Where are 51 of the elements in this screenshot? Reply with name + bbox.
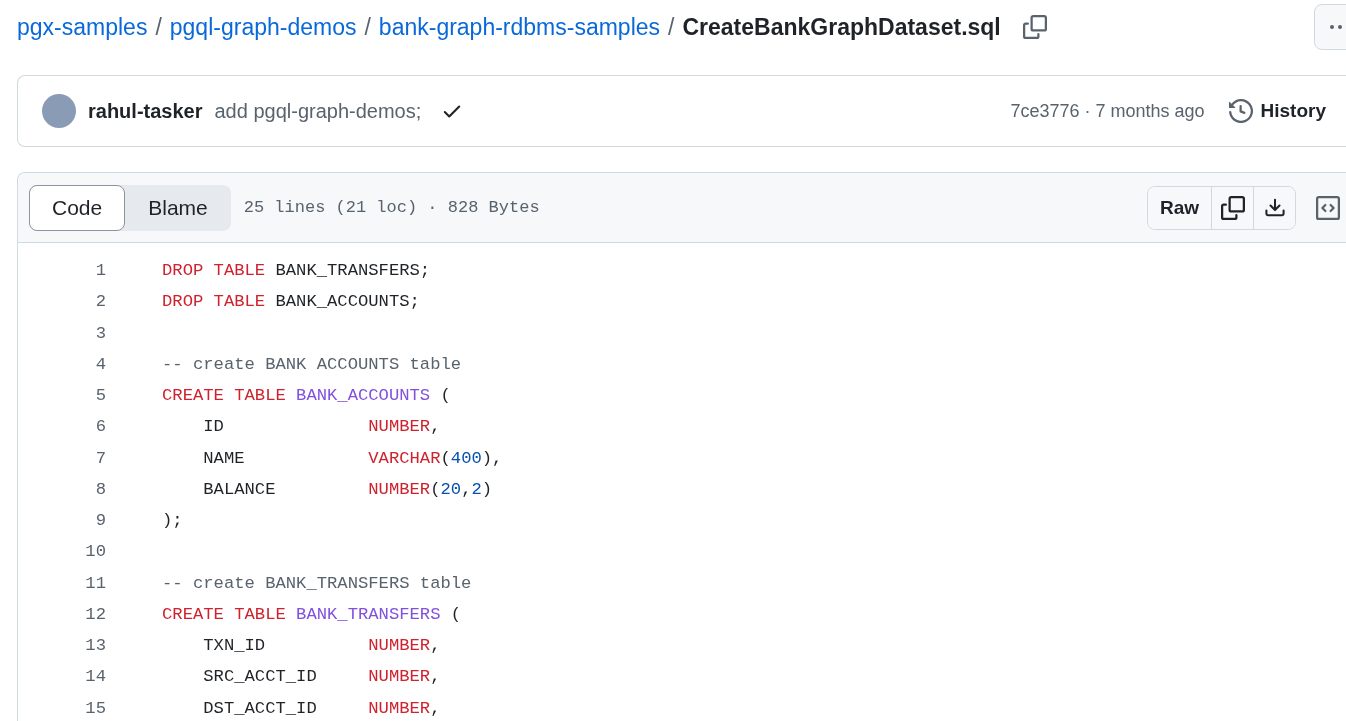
code-line: DROP TABLE BANK_TRANSFERS; bbox=[162, 261, 431, 281]
commit-author[interactable]: rahul-tasker bbox=[88, 99, 203, 123]
download-button[interactable] bbox=[1253, 186, 1295, 229]
file-info: 25 lines (21 loc) · 828 Bytes bbox=[243, 198, 540, 217]
file-name: CreateBankGraphDataset.sql bbox=[682, 13, 1001, 41]
line-number: 4 bbox=[94, 354, 106, 374]
code-line: NAME VARCHAR(400), bbox=[202, 448, 503, 468]
line-number: 13 bbox=[84, 636, 106, 656]
line-number: 10 bbox=[84, 542, 106, 562]
dots-icon bbox=[1329, 24, 1343, 30]
breadcrumb-link[interactable]: pgx-samples bbox=[17, 13, 148, 41]
commit-message[interactable]: add pgql-graph-demos; bbox=[214, 99, 422, 123]
breadcrumb-separator: / bbox=[155, 13, 162, 41]
copy-raw-button[interactable] bbox=[1211, 186, 1253, 229]
code-line: DROP TABLE BANK_ACCOUNTS; bbox=[162, 292, 420, 312]
view-tab[interactable]: Code bbox=[29, 184, 126, 231]
breadcrumb-link[interactable]: bank-graph-rdbms-samples bbox=[378, 13, 661, 41]
line-number: 5 bbox=[94, 386, 106, 406]
code-line: DST_ACCT_ID NUMBER, bbox=[202, 698, 441, 718]
code-line: BALANCE NUMBER(20,2) bbox=[202, 479, 493, 499]
breadcrumb-separator: / bbox=[364, 13, 371, 41]
copy-icon bbox=[1022, 15, 1047, 39]
line-number: 2 bbox=[94, 292, 106, 312]
code-line: SRC_ACCT_ID NUMBER, bbox=[202, 667, 441, 687]
avatar[interactable] bbox=[42, 94, 76, 128]
history-link[interactable]: History bbox=[1228, 99, 1326, 123]
line-number: 11 bbox=[84, 573, 106, 593]
commit-hash-time[interactable]: 7ce3776 · 7 months ago bbox=[1010, 100, 1205, 122]
code-line: TXN_ID NUMBER, bbox=[202, 636, 441, 656]
copy-icon bbox=[1220, 195, 1245, 220]
code-line: -- create BANK_TRANSFERS table bbox=[162, 573, 472, 593]
download-icon bbox=[1263, 196, 1286, 219]
breadcrumb-separator: / bbox=[668, 13, 675, 41]
line-number: 1 bbox=[94, 261, 106, 281]
code-line: CREATE TABLE BANK_TRANSFERS ( bbox=[162, 604, 462, 624]
code-line: -- create BANK ACCOUNTS table bbox=[162, 354, 462, 374]
raw-button[interactable]: Raw bbox=[1147, 186, 1211, 229]
line-number: 9 bbox=[94, 511, 106, 531]
line-number: 8 bbox=[94, 479, 106, 499]
code-line: ID NUMBER, bbox=[202, 417, 441, 437]
breadcrumb-link[interactable]: pgql-graph-demos bbox=[169, 13, 357, 41]
line-number: 14 bbox=[84, 667, 106, 687]
line-number: 6 bbox=[94, 417, 106, 437]
line-number: 7 bbox=[94, 448, 106, 468]
line-number: 12 bbox=[84, 604, 106, 624]
history-icon bbox=[1228, 99, 1253, 123]
line-number: 3 bbox=[94, 323, 106, 343]
code-line: ); bbox=[162, 511, 183, 531]
code-line: CREATE TABLE BANK_ACCOUNTS ( bbox=[162, 386, 451, 406]
view-tab[interactable]: Blame bbox=[125, 184, 231, 231]
line-number: 15 bbox=[84, 698, 106, 718]
